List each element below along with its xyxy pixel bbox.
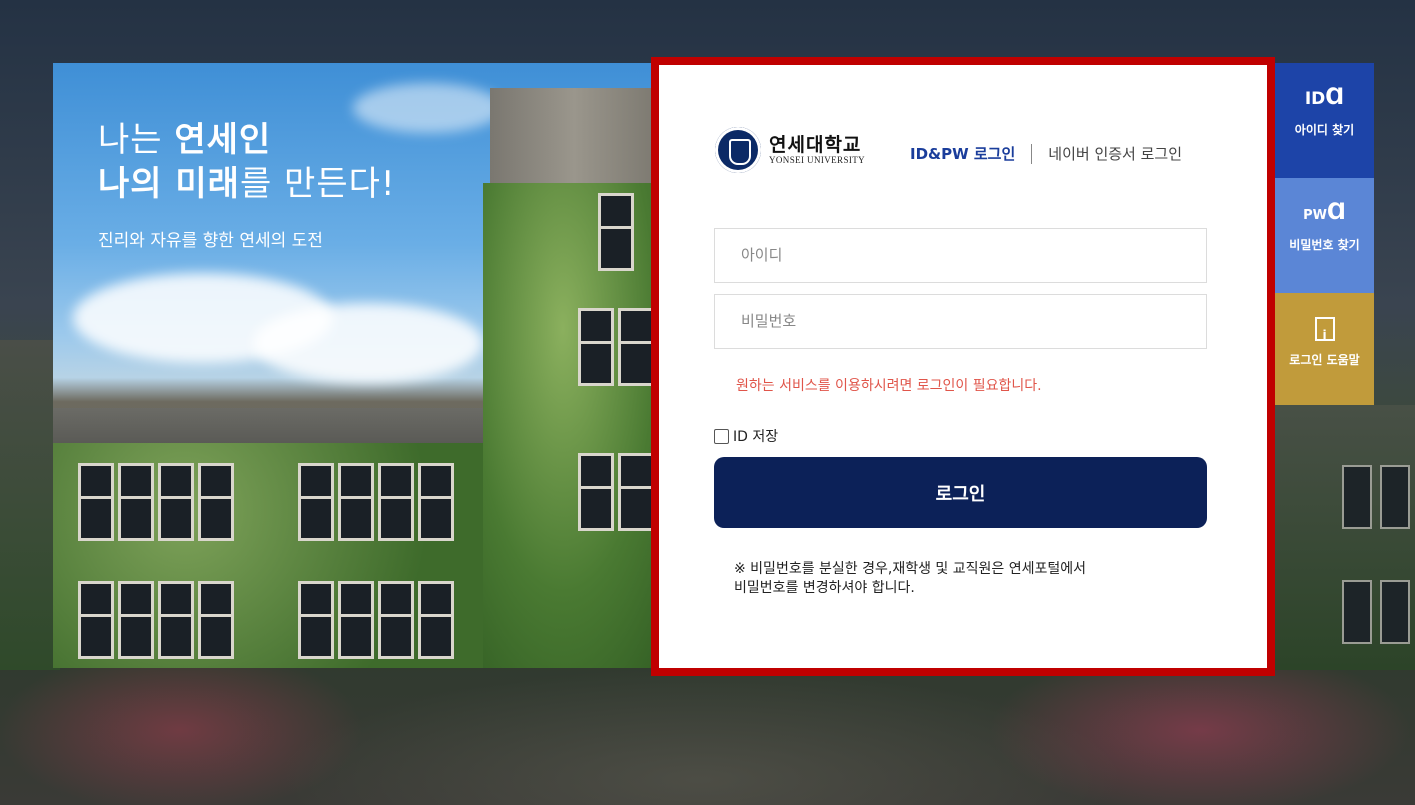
hero-text-plain: 를 만든다! <box>239 164 396 204</box>
building-window <box>198 463 234 541</box>
login-button[interactable]: 로그인 <box>714 457 1207 528</box>
hero-text-bold: 나의 미래 <box>98 164 240 204</box>
building-window <box>78 463 114 541</box>
document-info-icon <box>1275 313 1374 350</box>
building-window <box>118 581 154 659</box>
building-window <box>338 463 374 541</box>
building-window <box>378 581 414 659</box>
building-window <box>1342 465 1372 529</box>
hero-banner: 나는 연세인 나의 미래를 만든다! 진리와 자유를 향한 연세의 도전 <box>53 63 693 668</box>
building-window <box>418 463 454 541</box>
password-footnote: ※ 비밀번호를 분실한 경우,재학생 및 교직원은 연세포털에서 비밀번호를 변… <box>734 560 1086 598</box>
background-building-right <box>1272 405 1415 670</box>
pw-search-icon: PWⱭ <box>1303 200 1346 225</box>
save-id-label: ID 저장 <box>733 429 779 445</box>
find-password-label: 비밀번호 찾기 <box>1289 238 1360 252</box>
building-window <box>198 581 234 659</box>
find-password-button[interactable]: PWⱭ 비밀번호 찾기 <box>1275 178 1374 293</box>
building-window <box>298 581 334 659</box>
hero-subtitle: 진리와 자유를 향한 연세의 도전 <box>98 231 323 251</box>
building-window <box>618 453 654 531</box>
tab-divider <box>1031 143 1033 164</box>
building-window <box>1380 465 1410 529</box>
hero-headline-line2: 나의 미래를 만든다! <box>98 162 396 206</box>
login-panel: 연세대학교 YONSEI UNIVERSITY ID&PW 로그인 네이버 인증… <box>651 57 1275 676</box>
building-window <box>1342 580 1372 644</box>
building-window <box>618 308 654 386</box>
cloud <box>253 303 483 383</box>
logo-name-english: YONSEI UNIVERSITY <box>769 155 866 165</box>
footnote-line: ※ 비밀번호를 분실한 경우,재학생 및 교직원은 연세포털에서 <box>734 561 1087 577</box>
building-window <box>158 581 194 659</box>
yonsei-seal-icon <box>715 127 761 173</box>
id-search-icon: IDⱭ <box>1304 85 1345 110</box>
building-window <box>418 581 454 659</box>
login-required-notice: 원하는 서비스를 이용하시려면 로그인이 필요합니다. <box>736 378 1042 394</box>
hero-text-plain: 나는 <box>98 120 175 160</box>
login-help-label: 로그인 도움말 <box>1289 353 1360 367</box>
tab-id-pw-login[interactable]: ID&PW 로그인 <box>910 143 1015 164</box>
building-window <box>118 463 154 541</box>
building-window <box>578 453 614 531</box>
password-input[interactable]: 비밀번호 <box>714 294 1207 349</box>
find-id-button[interactable]: IDⱭ 아이디 찾기 <box>1275 63 1374 178</box>
tab-naver-cert-login[interactable]: 네이버 인증서 로그인 <box>1048 143 1182 164</box>
login-help-button[interactable]: 로그인 도움말 <box>1275 293 1374 405</box>
building-window <box>158 463 194 541</box>
building-window <box>298 463 334 541</box>
hero-text-bold: 연세인 <box>174 120 272 160</box>
building-window <box>378 463 414 541</box>
building-window <box>1380 580 1410 644</box>
pw-icon-text: PW <box>1303 208 1327 223</box>
id-icon-text: ID <box>1304 89 1326 109</box>
building-window <box>78 581 114 659</box>
building-window <box>598 193 634 271</box>
logo-name-korean: 연세대학교 <box>769 134 862 156</box>
hero-text: 나는 연세인 나의 미래를 만든다! 진리와 자유를 향한 연세의 도전 <box>98 118 396 251</box>
university-logo[interactable]: 연세대학교 YONSEI UNIVERSITY <box>715 127 865 173</box>
login-method-tabs: ID&PW 로그인 네이버 인증서 로그인 <box>910 143 1182 164</box>
logo-text: 연세대학교 YONSEI UNIVERSITY <box>769 135 865 165</box>
save-id-checkbox[interactable] <box>714 428 729 444</box>
id-input[interactable]: 아이디 <box>714 228 1207 283</box>
building-window <box>578 308 614 386</box>
hero-headline-line1: 나는 연세인 <box>98 118 396 162</box>
find-id-label: 아이디 찾기 <box>1294 123 1355 137</box>
building-window <box>338 581 374 659</box>
background-building-left <box>0 340 60 670</box>
footnote-line: 비밀번호를 변경하셔야 합니다. <box>734 580 915 596</box>
save-id-option[interactable]: ID 저장 <box>714 426 778 446</box>
